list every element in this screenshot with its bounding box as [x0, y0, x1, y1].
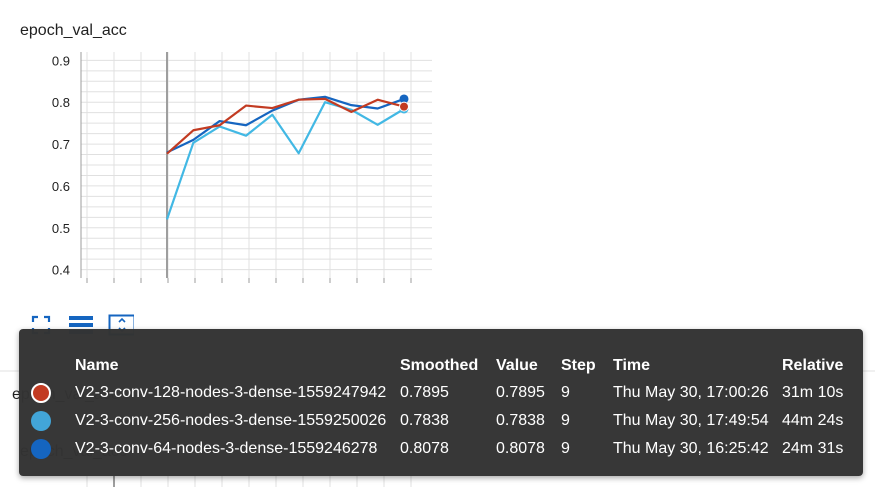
name-header: Name [75, 357, 119, 374]
run-swatch [31, 435, 75, 463]
run-color-dot [31, 383, 51, 403]
y-tick-label: 0.9 [52, 53, 70, 68]
run-value: 0.7838 [496, 412, 545, 429]
hover-tooltip: Name Smoothed Value Step Time Relative V… [19, 329, 863, 476]
series-marker [399, 101, 409, 112]
run-value: 0.7895 [496, 384, 545, 401]
run-color-dot [31, 411, 51, 431]
y-tick-label: 0.8 [52, 95, 70, 110]
series-line [165, 101, 405, 220]
run-smoothed: 0.7838 [400, 412, 449, 429]
tooltip-row: V2-3-conv-256-nodes-3-dense-1559250026 0… [31, 407, 851, 435]
hover-markers [399, 94, 409, 114]
run-step: 9 [561, 384, 570, 401]
run-step: 9 [561, 440, 570, 457]
run-name: V2-3-conv-64-nodes-3-dense-1559246278 [75, 440, 378, 457]
run-relative: 24m 31s [782, 440, 844, 457]
run-time: Thu May 30, 16:25:42 [613, 440, 769, 457]
value-header: Value [496, 357, 538, 374]
y-axis: 0.4 0.5 0.6 0.7 0.8 0.9 [52, 53, 70, 277]
smoothed-header: Smoothed [400, 357, 479, 374]
chart-grid [80, 52, 432, 283]
tooltip-row: V2-3-conv-64-nodes-3-dense-1559246278 0.… [31, 435, 851, 463]
step-header: Step [561, 357, 596, 374]
run-color-dot [31, 439, 51, 459]
run-smoothed: 0.7895 [400, 384, 449, 401]
run-relative: 31m 10s [782, 384, 844, 401]
relative-header: Relative [782, 357, 844, 374]
run-step: 9 [561, 412, 570, 429]
y-tick-label: 0.4 [52, 263, 70, 278]
tooltip-header-row: Name Smoothed Value Step Time Relative [31, 353, 851, 379]
run-relative: 44m 24s [782, 412, 844, 429]
run-swatch [31, 407, 75, 435]
y-tick-label: 0.7 [52, 137, 70, 152]
run-smoothed: 0.8078 [400, 440, 449, 457]
run-value: 0.8078 [496, 440, 545, 457]
tooltip-table: Name Smoothed Value Step Time Relative V… [31, 353, 851, 463]
y-tick-label: 0.6 [52, 179, 70, 194]
time-header: Time [613, 357, 651, 374]
series-layer [165, 95, 405, 220]
run-time: Thu May 30, 17:00:26 [613, 384, 769, 401]
y-tick-label: 0.5 [52, 221, 70, 236]
run-swatch [31, 379, 75, 407]
tooltip-row: V2-3-conv-128-nodes-3-dense-1559247942 0… [31, 379, 851, 407]
run-name: V2-3-conv-256-nodes-3-dense-1559250026 [75, 412, 387, 429]
run-time: Thu May 30, 17:49:54 [613, 412, 769, 429]
run-name: V2-3-conv-128-nodes-3-dense-1559247942 [75, 384, 387, 401]
swatch-header [31, 353, 75, 379]
